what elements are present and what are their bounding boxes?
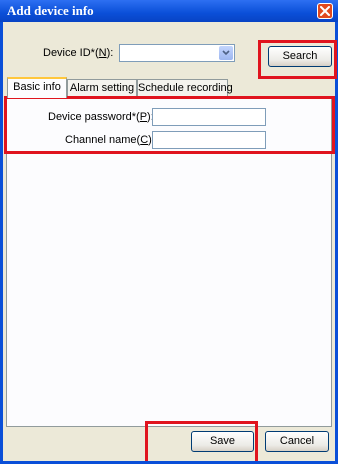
basic-info-highlight xyxy=(4,96,335,154)
dialog-body: Device ID*(N): Search Basic info Alarm s… xyxy=(3,22,337,461)
tab-alarm-setting[interactable]: Alarm setting xyxy=(67,79,137,97)
device-id-dropdown-button[interactable] xyxy=(219,46,233,60)
add-device-dialog: Add device info Device ID*(N): Search Ba… xyxy=(0,0,338,464)
cancel-button[interactable]: Cancel xyxy=(265,431,329,452)
chevron-down-icon xyxy=(222,50,230,56)
title-bar[interactable]: Add device info xyxy=(0,0,338,22)
tab-basic-info[interactable]: Basic info xyxy=(7,77,67,98)
search-highlight xyxy=(258,40,337,79)
close-icon xyxy=(320,6,330,16)
tab-schedule-recording[interactable]: Schedule recording xyxy=(137,79,233,97)
save-highlight xyxy=(145,421,258,461)
window-title: Add device info xyxy=(7,3,94,18)
device-id-label: Device ID*(N): xyxy=(43,47,114,59)
close-button[interactable] xyxy=(317,3,333,19)
device-id-combobox[interactable] xyxy=(119,44,235,62)
